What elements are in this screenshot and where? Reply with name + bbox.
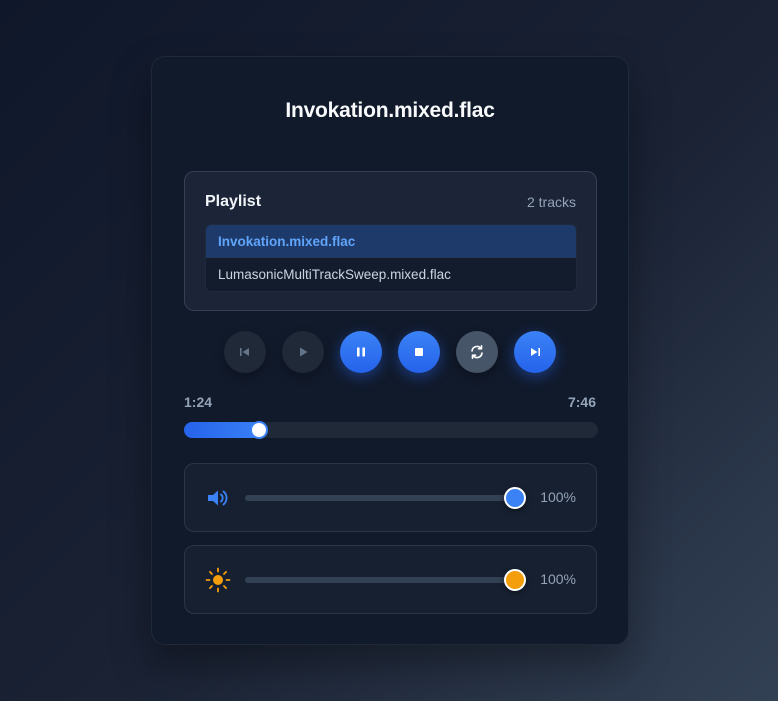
track-item-invokation[interactable]: Invokation.mixed.flac: [206, 225, 576, 258]
next-button[interactable]: [514, 331, 556, 373]
volume-slider-thumb[interactable]: [504, 487, 526, 509]
playlist-track-count: 2 tracks: [526, 194, 576, 210]
time-row: 1:24 7:46: [184, 394, 596, 410]
media-player-card: Invokation.mixed.flac Playlist 2 tracks …: [151, 56, 629, 645]
stop-icon: [415, 348, 423, 356]
pause-icon: [357, 347, 365, 357]
total-time: 7:46: [567, 394, 596, 410]
repeat-icon: [471, 345, 483, 359]
brightness-slider[interactable]: [245, 569, 526, 591]
volume-control: 100%: [184, 463, 597, 532]
play-button[interactable]: [282, 331, 324, 373]
track-list: Invokation.mixed.flac LumasonicMultiTrac…: [205, 224, 577, 292]
seek-bar[interactable]: [184, 421, 598, 439]
volume-value: 100%: [540, 489, 576, 505]
brightness-control: 100%: [184, 545, 597, 614]
current-time: 1:24: [184, 394, 213, 410]
previous-button[interactable]: [224, 331, 266, 373]
volume-slider[interactable]: [245, 487, 526, 509]
brightness-value: 100%: [540, 571, 576, 587]
pause-button[interactable]: [340, 331, 382, 373]
play-icon: [300, 347, 308, 357]
skip-back-icon: [240, 348, 249, 356]
playlist-header: Playlist 2 tracks: [205, 193, 576, 211]
skip-forward-icon: [531, 348, 540, 356]
brightness-slider-thumb[interactable]: [504, 569, 526, 591]
now-playing-title: Invokation.mixed.flac: [285, 99, 495, 122]
playlist-heading: Playlist: [205, 193, 262, 210]
transport-controls: [224, 331, 558, 373]
loop-button[interactable]: [456, 331, 498, 373]
playlist-panel: Playlist 2 tracks Invokation.mixed.flac …: [184, 171, 597, 311]
seek-bar-thumb[interactable]: [250, 421, 268, 439]
sun-icon[interactable]: [205, 567, 231, 593]
stop-button[interactable]: [398, 331, 440, 373]
track-item-lumasonic[interactable]: LumasonicMultiTrackSweep.mixed.flac: [206, 258, 576, 291]
speaker-icon[interactable]: [205, 485, 231, 511]
